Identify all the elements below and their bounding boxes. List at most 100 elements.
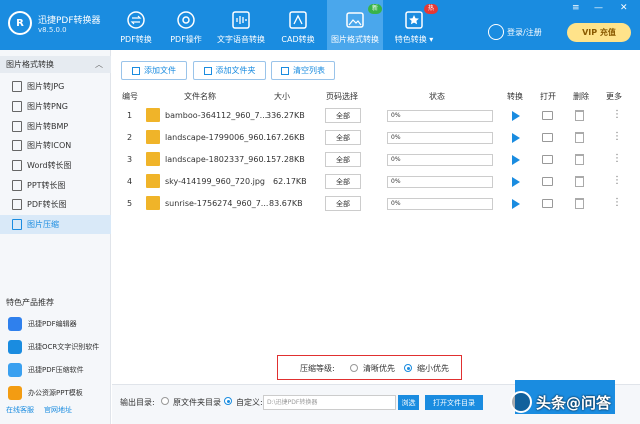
small-priority-radio[interactable]: [404, 364, 412, 372]
sidebar-section-header[interactable]: 图片格式转换 ︿: [0, 56, 111, 73]
image-file-icon: [12, 101, 22, 112]
image-file-icon: [12, 140, 22, 151]
sidebar-item-image-compress[interactable]: 图片压缩: [0, 215, 111, 234]
play-icon[interactable]: [512, 199, 520, 209]
sidebar-item-label: 图片转PNG: [27, 102, 69, 111]
row-size: 336.27KB: [266, 111, 305, 120]
sidebar-item-word-long-image[interactable]: Word转长图: [0, 156, 111, 175]
output-path-field[interactable]: D:\迅捷PDF转换器: [263, 395, 396, 410]
more-icon[interactable]: ⋮: [612, 153, 622, 164]
table-row[interactable]: 1 bamboo-364112_960_7... 336.27KB 全部 0% …: [112, 105, 640, 127]
sidebar-item-to-png[interactable]: 图片转PNG: [0, 97, 111, 116]
trash-icon[interactable]: [575, 110, 584, 121]
featured-label: 迅捷OCR文字识别软件: [28, 343, 100, 351]
trash-icon: [281, 66, 289, 75]
website-link[interactable]: 官网地址: [44, 405, 72, 415]
table-row[interactable]: 2 landscape-1799006_960... 167.26KB 全部 0…: [112, 127, 640, 149]
document-icon: [12, 160, 22, 171]
tab-text-speech[interactable]: 文字语音转换: [214, 0, 268, 50]
original-folder-label[interactable]: 原文件夹目录: [173, 397, 221, 408]
title-bar: R 迅捷PDF转换器 v8.5.0.0 PDF转换 PDF操作 文字语音转换 C…: [0, 0, 640, 50]
sidebar-item-label: 图片转JPG: [27, 82, 65, 91]
folder-icon[interactable]: [542, 177, 553, 186]
sidebar-item-to-icon[interactable]: 图片转ICON: [0, 136, 111, 155]
folder-icon[interactable]: [542, 199, 553, 208]
sidebar-item-pdf-long-image[interactable]: PDF转长图: [0, 195, 111, 214]
clear-priority-radio[interactable]: [350, 364, 358, 372]
more-icon[interactable]: ⋮: [612, 131, 622, 142]
compression-level-panel: 压缩等级: 清晰优先 缩小优先: [277, 355, 462, 380]
table-row[interactable]: 4 sky-414199_960_720.jpg 62.17KB 全部 0% ⋮: [112, 171, 640, 193]
row-filename: sky-414199_960_720.jpg: [165, 177, 265, 186]
sidebar-item-to-bmp[interactable]: 图片转BMP: [0, 117, 111, 136]
table-row[interactable]: 3 landscape-1802337_960... 157.28KB 全部 0…: [112, 149, 640, 171]
add-folder-button[interactable]: 添加文件夹: [193, 61, 266, 80]
image-file-icon: [12, 81, 22, 92]
image-file-icon: [12, 121, 22, 132]
play-icon[interactable]: [512, 177, 520, 187]
original-folder-radio[interactable]: [161, 397, 169, 405]
app-name: 迅捷PDF转换器: [38, 16, 101, 26]
open-directory-button[interactable]: 打开文件目录: [425, 395, 483, 410]
featured-pdf-compress[interactable]: 迅捷PDF压缩软件: [0, 359, 111, 381]
more-icon[interactable]: ⋮: [612, 109, 622, 120]
trash-icon[interactable]: [575, 198, 584, 209]
clear-priority-label[interactable]: 清晰优先: [363, 363, 395, 374]
folder-icon[interactable]: [542, 155, 553, 164]
row-size: 167.26KB: [266, 133, 305, 142]
folder-icon[interactable]: [542, 133, 553, 142]
trash-icon[interactable]: [575, 176, 584, 187]
add-file-label: 添加文件: [144, 66, 176, 75]
progress-bar: 0%: [387, 198, 493, 210]
custom-folder-label[interactable]: 自定义:: [236, 397, 263, 408]
sidebar-item-to-jpg[interactable]: 图片转JPG: [0, 77, 111, 96]
progress-bar: 0%: [387, 176, 493, 188]
watermark: 头条@问答: [510, 384, 636, 420]
row-index: 5: [127, 199, 133, 208]
minimize-icon[interactable]: —: [594, 3, 603, 13]
app-version: v8.5.0.0: [38, 26, 67, 34]
more-icon[interactable]: ⋮: [612, 197, 622, 208]
ocr-icon: [8, 340, 22, 354]
row-filename: sunrise-1756274_960_7...: [165, 199, 269, 208]
add-file-button[interactable]: 添加文件: [121, 61, 187, 80]
play-icon[interactable]: [512, 111, 520, 121]
featured-ocr[interactable]: 迅捷OCR文字识别软件: [0, 336, 111, 358]
page-select-button[interactable]: 全部: [325, 174, 361, 189]
browse-button[interactable]: 浏选: [398, 395, 419, 410]
close-icon[interactable]: ✕: [620, 3, 628, 13]
tab-label: 文字语音转换: [217, 35, 265, 44]
tab-cad-convert[interactable]: CAD转换: [274, 0, 322, 50]
vip-button[interactable]: VIP 充值: [567, 23, 631, 42]
cad-icon: [289, 11, 307, 29]
sidebar-item-ppt-long-image[interactable]: PPT转长图: [0, 176, 111, 195]
compression-label: 压缩等级:: [300, 364, 335, 373]
clear-list-button[interactable]: 清空列表: [271, 61, 335, 80]
play-icon[interactable]: [512, 133, 520, 143]
folder-icon[interactable]: [542, 111, 553, 120]
page-select-button[interactable]: 全部: [325, 196, 361, 211]
output-label: 输出目录:: [120, 398, 155, 407]
featured-pdf-editor[interactable]: 迅捷PDF编辑器: [0, 313, 111, 335]
sidebar-item-label: 图片压缩: [27, 220, 59, 229]
tab-label: PDF转换: [120, 35, 152, 44]
image-icon: [346, 11, 364, 29]
online-support-link[interactable]: 在线客服: [6, 405, 34, 415]
header-more: 更多: [606, 92, 622, 101]
page-select-button[interactable]: 全部: [325, 108, 361, 123]
page-select-button[interactable]: 全部: [325, 130, 361, 145]
play-icon[interactable]: [512, 155, 520, 165]
progress-bar: 0%: [387, 154, 493, 166]
trash-icon[interactable]: [575, 132, 584, 143]
featured-ppt-templates[interactable]: 办公资源PPT模板: [0, 382, 111, 404]
menu-icon[interactable]: ≡: [572, 3, 580, 13]
table-row[interactable]: 5 sunrise-1756274_960_7... 83.67KB 全部 0%…: [112, 193, 640, 215]
tab-pdf-convert[interactable]: PDF转换: [112, 0, 160, 50]
tab-pdf-operations[interactable]: PDF操作: [162, 0, 210, 50]
small-priority-label[interactable]: 缩小优先: [417, 363, 449, 374]
more-icon[interactable]: ⋮: [612, 175, 622, 186]
custom-folder-radio[interactable]: [224, 397, 232, 405]
trash-icon[interactable]: [575, 154, 584, 165]
page-select-button[interactable]: 全部: [325, 152, 361, 167]
login-button[interactable]: 登录/注册: [488, 24, 542, 40]
